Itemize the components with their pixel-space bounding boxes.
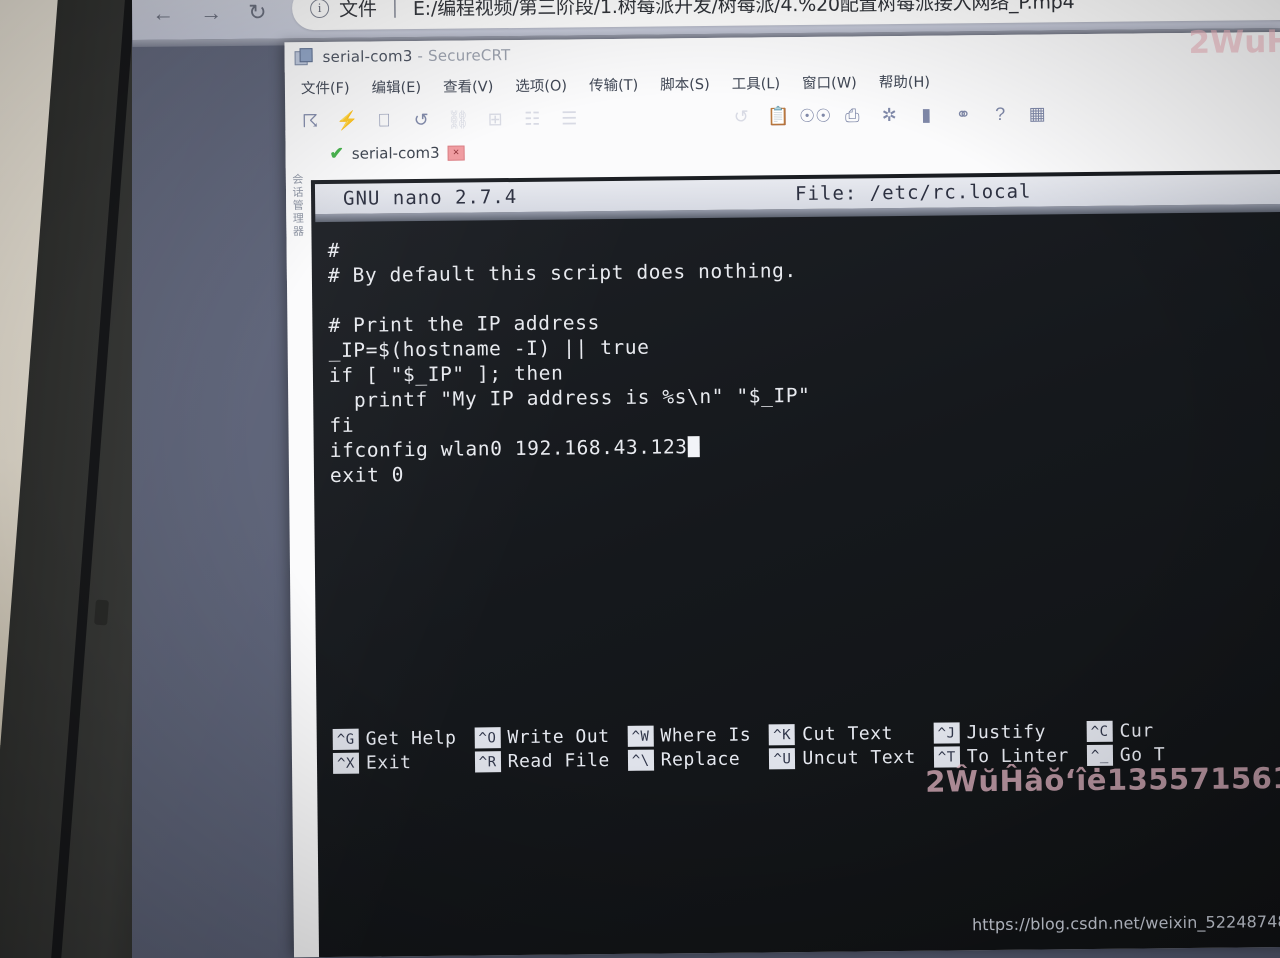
- browser-nav-buttons: ← → ↻: [152, 0, 267, 34]
- shortcut-label: Where Is: [660, 724, 752, 747]
- shortcut-column: ^O ^R Write Out Read File: [474, 726, 610, 775]
- shortcut-key: ^J: [933, 722, 960, 744]
- shortcut-column: ^G ^X Get Help Exit: [332, 727, 457, 777]
- watermark-top-right: 2WuHaoJie1: [1188, 22, 1280, 61]
- site-info-icon[interactable]: i: [309, 0, 330, 18]
- monitor-power-button[interactable]: [94, 599, 109, 626]
- clone-session-icon[interactable]: ⊞: [484, 108, 506, 130]
- disconnect-icon[interactable]: ⛓: [447, 108, 470, 130]
- shortcut-label: Uncut Text: [802, 746, 916, 770]
- shortcut-label: Cut Text: [802, 723, 893, 746]
- shortcut-key: ^R: [474, 751, 501, 773]
- watermark-main: 2ŴŭĤâŏʻîė13557156167: [925, 760, 1280, 799]
- shortcut-label: Get Help: [365, 727, 457, 750]
- address-bar[interactable]: i 文件 | E:/编程视频/第三阶段/1.树莓派开发/树莓派/4.%20配置树…: [291, 0, 1280, 31]
- window-icon[interactable]: ▮: [915, 104, 937, 126]
- photo-of-monitor-scene: ← → ↻ i 文件 | E:/编程视频/第三阶段/1.树莓派开发/树莓派/4.…: [0, 0, 1280, 958]
- key-icon[interactable]: ⚭: [952, 103, 974, 125]
- shortcut-key: ^G: [332, 728, 359, 750]
- cascade-icon[interactable]: ☰: [558, 107, 580, 129]
- reload-icon[interactable]: ↻: [248, 0, 267, 25]
- shortcut-label: Replace: [660, 748, 741, 771]
- monitor-screen: ← → ↻ i 文件 | E:/编程视频/第三阶段/1.树莓派开发/树莓派/4.…: [132, 0, 1280, 958]
- csdn-url-watermark: https://blog.csdn.net/weixin_52248748: [971, 911, 1280, 935]
- securecrt-session-name: serial-com3: [322, 47, 413, 67]
- forward-arrow-icon[interactable]: →: [200, 0, 222, 25]
- shortcut-label: Read File: [507, 750, 610, 773]
- shortcut-label: Exit: [365, 752, 412, 774]
- menu-item-script[interactable]: 脚本(S): [660, 72, 710, 94]
- print-icon[interactable]: ⎙: [841, 104, 863, 126]
- securecrt-window: serial-com3 - SecureCRT 文件(F) 编辑(E) 查看(V…: [284, 23, 1280, 958]
- menu-item-view[interactable]: 查看(V): [443, 75, 493, 97]
- connect-icon[interactable]: ☈: [299, 110, 321, 132]
- shortcut-column: ^K ^U Cut Text Uncut Text: [769, 723, 916, 773]
- menu-item-window[interactable]: 窗口(W): [802, 71, 857, 93]
- shortcut-column: ^W ^\ Where Is Replace: [627, 725, 751, 774]
- tile-icon[interactable]: ☷: [521, 108, 543, 130]
- securecrt-app-name: - SecureCRT: [412, 46, 511, 66]
- session-manager-label: 会话管理器: [290, 172, 305, 238]
- address-separator: |: [391, 0, 399, 19]
- shortcut-key: ^K: [769, 724, 796, 746]
- shortcut-key: ^O: [474, 727, 501, 749]
- shortcut-label: Cur: [1119, 720, 1154, 742]
- menu-item-file[interactable]: 文件(F): [301, 76, 350, 98]
- text-cursor: [687, 436, 700, 458]
- shortcut-key: ^C: [1086, 720, 1113, 743]
- terminal-area[interactable]: GNU nano 2.7.4 File: /etc/rc.local # # By…: [310, 169, 1280, 958]
- shortcut-key: ^X: [332, 752, 360, 774]
- new-tab-icon[interactable]: ⎕: [373, 109, 395, 131]
- shortcut-key: ^\: [627, 749, 654, 771]
- quick-connect-icon[interactable]: ⚡: [336, 110, 359, 132]
- nano-editor-text[interactable]: # # By default this script does nothing. #…: [311, 212, 1280, 488]
- undo-icon[interactable]: ↺: [730, 106, 752, 128]
- menu-item-transfer[interactable]: 传输(T): [589, 73, 638, 95]
- help-icon[interactable]: ?: [989, 103, 1011, 125]
- shortcut-key: ^W: [627, 725, 654, 747]
- tab-serial-com3[interactable]: serial-com3: [352, 144, 440, 163]
- menu-item-tools[interactable]: 工具(L): [732, 72, 781, 94]
- nano-file-label: File: /etc/rc.local: [794, 180, 1032, 206]
- address-url: E:/编程视频/第三阶段/1.树莓派开发/树莓派/4.%20配置树莓派接入网络_…: [412, 0, 1075, 20]
- nano-version-label: GNU nano 2.7.4: [342, 185, 518, 210]
- menu-item-help[interactable]: 帮助(H): [879, 70, 930, 92]
- address-scheme-label: 文件: [338, 0, 377, 21]
- settings-gear-icon[interactable]: ✲: [878, 104, 900, 126]
- shortcut-label: Write Out: [507, 726, 610, 749]
- menu-item-edit[interactable]: 编辑(E): [371, 75, 422, 97]
- securecrt-app-icon: [294, 48, 314, 66]
- clipboard-icon[interactable]: 📋: [767, 105, 790, 127]
- shortcut-key: ^U: [769, 748, 796, 770]
- close-icon[interactable]: ×: [447, 145, 465, 161]
- back-arrow-icon[interactable]: ←: [152, 1, 174, 26]
- menu-item-options[interactable]: 选项(O): [515, 74, 567, 96]
- reconnect-icon[interactable]: ↺: [410, 109, 432, 131]
- session-manager-strip[interactable]: 会话管理器: [285, 130, 309, 281]
- find-icon[interactable]: ☉☉: [799, 105, 831, 127]
- tab-status-icon: ✔: [329, 143, 344, 163]
- app-icon[interactable]: ▦: [1026, 102, 1048, 124]
- shortcut-label: Justify: [966, 721, 1047, 744]
